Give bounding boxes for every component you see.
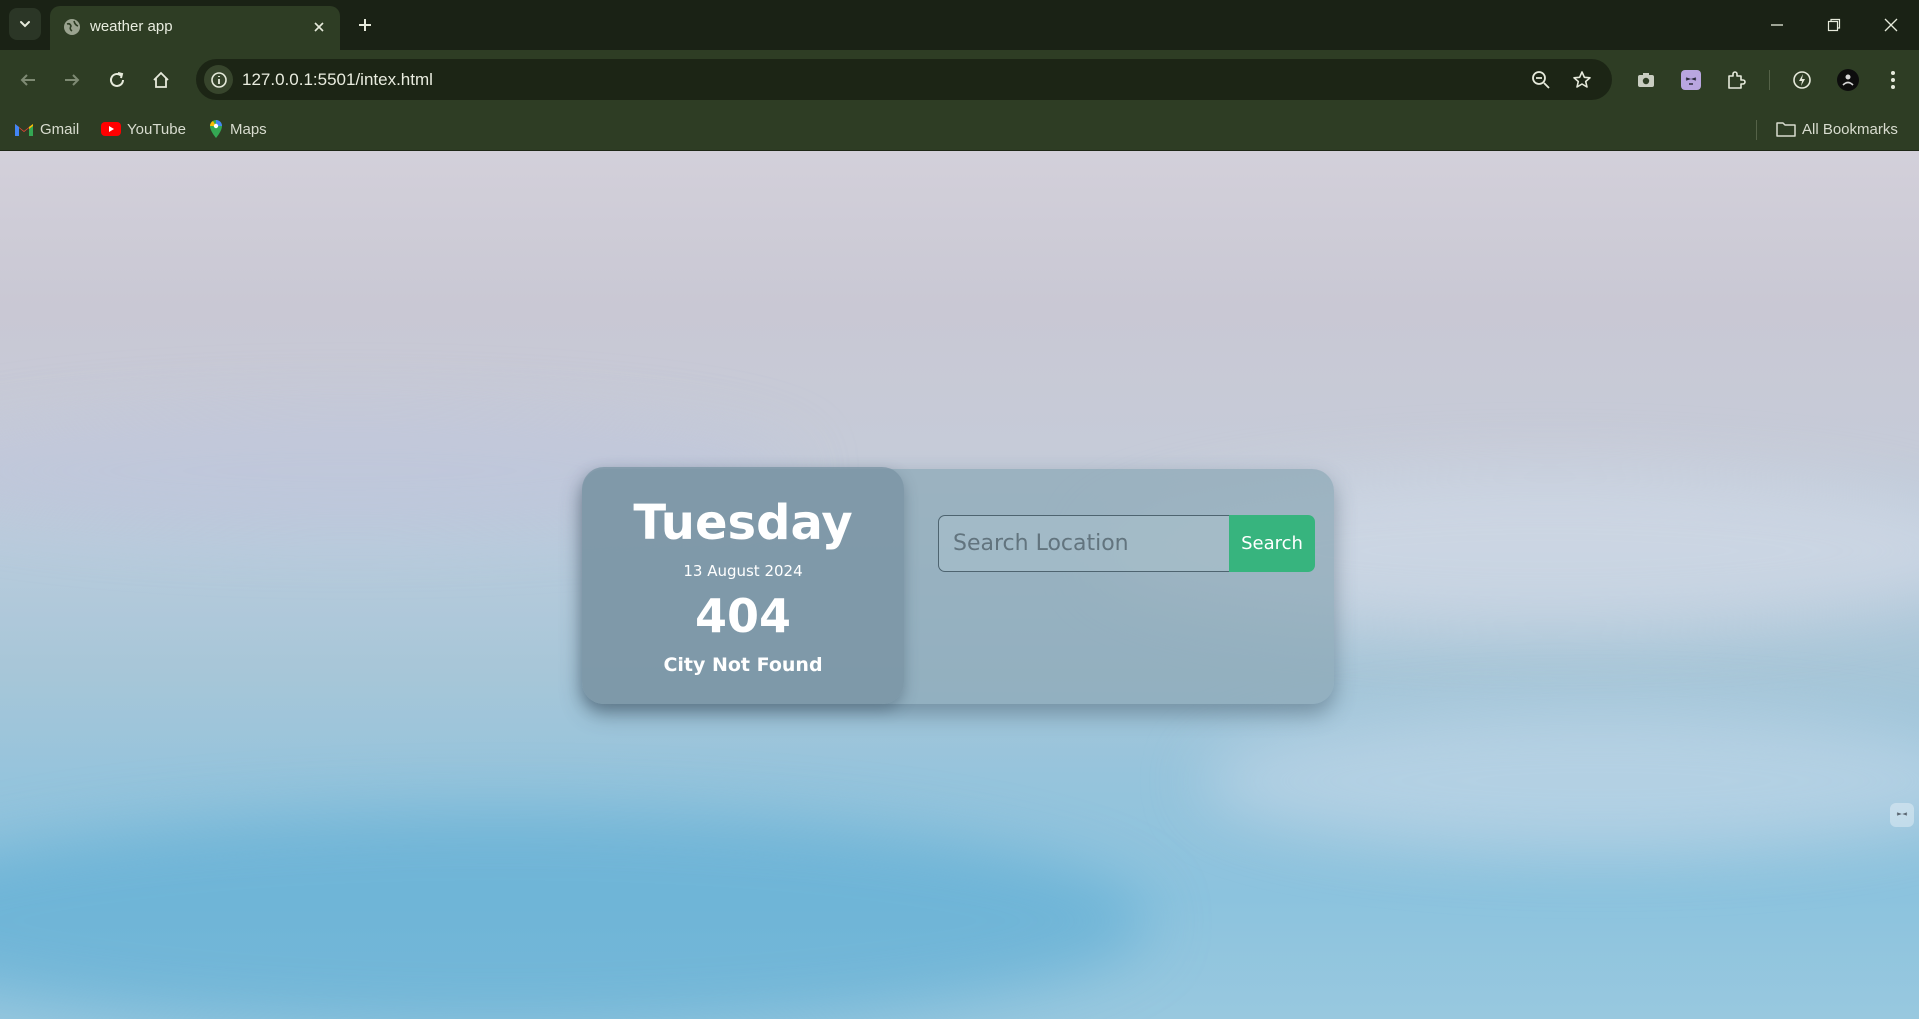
- puzzle-icon: [1728, 71, 1746, 89]
- kebab-menu-icon: [1891, 71, 1895, 89]
- weather-card: Tuesday 13 August 2024 404 City Not Foun…: [582, 467, 1334, 704]
- forward-button[interactable]: [56, 64, 88, 96]
- page-viewport: Tuesday 13 August 2024 404 City Not Foun…: [0, 151, 1919, 1019]
- weather-day: Tuesday: [633, 495, 853, 551]
- extensions-button[interactable]: [1721, 65, 1751, 95]
- back-button[interactable]: [12, 64, 44, 96]
- chevron-down-icon: [20, 21, 30, 28]
- browser-toolbar: 127.0.0.1:5501/intex.html: [0, 50, 1919, 108]
- tab-strip: weather app: [0, 0, 1919, 50]
- youtube-icon: [101, 122, 121, 136]
- screenshot-extension-button[interactable]: [1631, 65, 1661, 95]
- profile-button[interactable]: [1833, 65, 1863, 95]
- reload-icon: [110, 72, 124, 87]
- tab-close-button[interactable]: [308, 16, 330, 38]
- zoom-out-icon: [1532, 71, 1550, 89]
- bookmark-label: YouTube: [127, 120, 186, 138]
- camera-icon: [1638, 73, 1654, 87]
- restore-icon: [1827, 18, 1841, 32]
- close-window-button[interactable]: [1873, 10, 1909, 40]
- menu-button[interactable]: [1878, 65, 1908, 95]
- all-bookmarks-button[interactable]: All Bookmarks: [1776, 118, 1898, 140]
- home-icon: [153, 71, 169, 88]
- site-info-button[interactable]: [204, 65, 233, 94]
- extension-face-icon: [1896, 812, 1908, 816]
- zoom-button[interactable]: [1529, 68, 1553, 92]
- reload-button[interactable]: [101, 64, 133, 96]
- gmail-icon: [15, 124, 33, 136]
- minimize-button[interactable]: [1759, 10, 1795, 40]
- extension-face-icon: [1681, 70, 1701, 90]
- close-icon: [314, 22, 324, 32]
- background-water: [0, 811, 1150, 1019]
- bookmark-gmail[interactable]: Gmail: [14, 118, 79, 140]
- bookmarks-bar: Gmail YouTube Maps All Bookmarks: [0, 108, 1919, 151]
- bookmarks-divider: [1756, 120, 1757, 140]
- forward-arrow-icon: [65, 74, 80, 86]
- performance-button[interactable]: [1787, 65, 1817, 95]
- floating-extension-button[interactable]: [1890, 803, 1914, 827]
- globe-icon: [64, 19, 80, 35]
- toolbar-divider: [1769, 70, 1770, 90]
- minimize-icon: [1771, 24, 1783, 26]
- star-icon: [1573, 71, 1591, 88]
- weather-date: 13 August 2024: [683, 562, 803, 580]
- extension-button[interactable]: [1676, 65, 1706, 95]
- all-bookmarks-label: All Bookmarks: [1802, 120, 1898, 138]
- restore-button[interactable]: [1816, 10, 1852, 40]
- home-button[interactable]: [145, 64, 177, 96]
- back-arrow-icon: [20, 74, 35, 86]
- avatar-icon: [1837, 69, 1859, 91]
- bookmark-youtube[interactable]: YouTube: [101, 118, 186, 140]
- tab-title: weather app: [90, 18, 173, 35]
- folder-icon: [1776, 122, 1796, 137]
- address-bar[interactable]: 127.0.0.1:5501/intex.html: [196, 59, 1612, 100]
- search-button[interactable]: Search: [1229, 515, 1315, 572]
- search-location-input[interactable]: [938, 515, 1230, 572]
- performance-icon: [1793, 71, 1811, 89]
- plus-icon: [359, 19, 371, 31]
- maps-icon: [210, 120, 222, 138]
- weather-description: City Not Found: [663, 654, 823, 676]
- new-tab-button[interactable]: [352, 12, 378, 38]
- info-icon: [210, 71, 227, 88]
- url-text[interactable]: 127.0.0.1:5501/intex.html: [242, 70, 433, 90]
- close-icon: [1884, 18, 1898, 32]
- tab-search-button[interactable]: [9, 8, 41, 40]
- background-mist: [1200, 711, 1919, 851]
- bookmark-label: Maps: [230, 120, 267, 138]
- bookmark-star-button[interactable]: [1570, 68, 1594, 92]
- bookmark-label: Gmail: [40, 120, 80, 138]
- weather-info-panel: Tuesday 13 August 2024 404 City Not Foun…: [582, 467, 904, 704]
- weather-temperature: 404: [694, 589, 792, 643]
- browser-tab[interactable]: weather app: [50, 6, 340, 50]
- bookmark-maps[interactable]: Maps: [208, 118, 267, 140]
